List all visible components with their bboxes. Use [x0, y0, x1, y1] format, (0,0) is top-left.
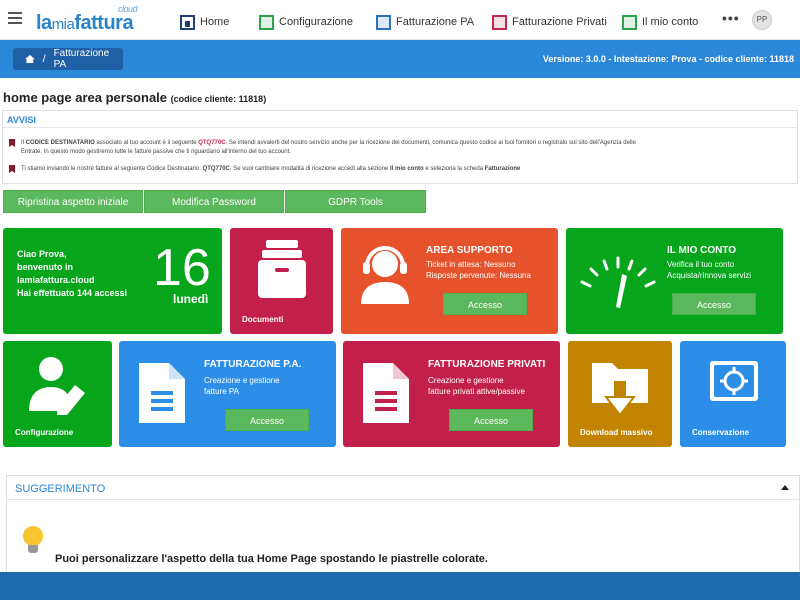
supporto-access-button[interactable]: Accesso: [443, 293, 527, 315]
gdpr-tools-button[interactable]: GDPR Tools: [285, 190, 426, 213]
suggerimento-panel: SUGGERIMENTO Puoi personalizzare l'aspet…: [6, 475, 800, 580]
brand-logo[interactable]: lamiafattura cloud: [36, 4, 138, 35]
bookmark-icon: [9, 139, 15, 147]
folder-download-icon: [592, 363, 648, 417]
area-supporto-tile[interactable]: AREA SUPPORTO Ticket in attesa: Nessuno …: [341, 228, 558, 334]
change-password-button[interactable]: Modifica Password: [144, 190, 284, 213]
collapse-caret-icon[interactable]: [781, 485, 789, 490]
breadcrumb[interactable]: / Fatturazione PA: [13, 48, 123, 70]
day-number: 16: [153, 239, 211, 297]
home-icon: [25, 55, 35, 63]
bookmark-icon: [9, 165, 15, 173]
avvisi-panel: AVVISI Il CODICE DESTINATARIO associato …: [2, 110, 798, 184]
il-mio-conto-tile[interactable]: IL MIO CONTO Verifica il tuo conto Acqui…: [566, 228, 783, 334]
privati-access-button[interactable]: Accesso: [449, 409, 533, 431]
download-massivo-tile[interactable]: Download massivo: [568, 341, 672, 447]
home-icon: [180, 14, 195, 30]
version-info: Versione: 3.0.0 - Intestazione: Prova - …: [542, 54, 794, 64]
top-navbar: lamiafattura cloud Home Configurazione F…: [0, 0, 800, 40]
conto-access-button[interactable]: Accesso: [672, 293, 756, 315]
more-options-icon[interactable]: •••: [722, 10, 740, 26]
archive-box-icon: [258, 240, 306, 298]
nav-configurazione[interactable]: Configurazione: [259, 13, 353, 31]
notice-item: Il CODICE DESTINATARIO associato al tuo …: [9, 139, 649, 157]
invoice-document-icon: [139, 363, 185, 423]
user-avatar[interactable]: PP: [752, 10, 772, 30]
lightbulb-icon: [21, 526, 45, 556]
nav-il-mio-conto[interactable]: Il mio conto: [622, 13, 698, 31]
suggerimento-text: Puoi personalizzare l'aspetto della tua …: [55, 553, 488, 565]
pa-access-button[interactable]: Accesso: [225, 409, 309, 431]
conservazione-tile[interactable]: Conservazione: [680, 341, 786, 447]
settings-icon: [259, 14, 274, 30]
nav-fatturazione-pa[interactable]: Fatturazione PA: [376, 13, 474, 31]
welcome-tile: Ciao Prova, benvenuto in lamiafattura.cl…: [3, 228, 222, 334]
suggerimento-header: SUGGERIMENTO: [7, 476, 799, 500]
footer-bar: [0, 572, 800, 600]
safe-vault-icon: [710, 361, 758, 401]
page-title: home page area personale (codice cliente…: [3, 90, 267, 105]
invoice-document-icon: [363, 363, 409, 423]
nav-home[interactable]: Home: [180, 13, 229, 31]
day-name: lunedì: [173, 292, 209, 306]
fatturazione-privati-tile[interactable]: FATTURAZIONE PRIVATI Creazione e gestion…: [343, 341, 560, 447]
avvisi-header: AVVISI: [3, 111, 797, 128]
gauge-icon: [580, 256, 656, 308]
notice-item: Ti stiamo inviando le nostre fatture al …: [9, 165, 649, 174]
configurazione-tile[interactable]: Configurazione: [3, 341, 112, 447]
invoice-pa-icon: [376, 14, 391, 30]
hamburger-menu-icon[interactable]: [8, 12, 22, 24]
support-headset-icon: [361, 246, 409, 304]
documenti-tile[interactable]: Documenti: [230, 228, 333, 334]
gauge-icon: [622, 14, 637, 30]
fatturazione-pa-tile[interactable]: FATTURAZIONE P.A. Creazione e gestione f…: [119, 341, 336, 447]
reset-layout-button[interactable]: Ripristina aspetto iniziale: [3, 190, 143, 213]
user-edit-icon: [29, 357, 85, 415]
nav-fatturazione-privati[interactable]: Fatturazione Privati: [492, 13, 607, 31]
invoice-private-icon: [492, 14, 507, 30]
